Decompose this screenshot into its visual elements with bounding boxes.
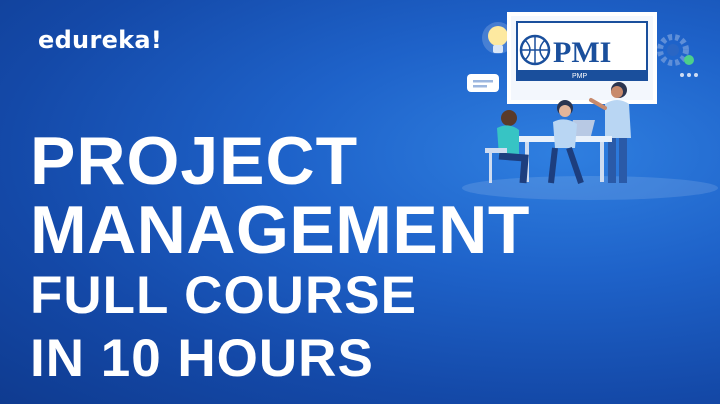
headline-line-3: FULL COURSE xyxy=(30,266,417,325)
pmi-logo-text: PMI xyxy=(553,36,611,69)
pmp-caption: PMP xyxy=(572,73,588,80)
headline-line-4: IN 10 HOURS xyxy=(30,329,374,388)
headline-line-1: PROJECT xyxy=(30,123,359,199)
seated-man-figure xyxy=(485,110,529,184)
brand-logo: edureka! xyxy=(38,26,163,54)
chat-bubble-icon xyxy=(467,74,499,92)
floor-shadow xyxy=(462,176,718,200)
video-thumbnail[interactable]: edureka! PROJECT MANAGEMENT FULL COURSE … xyxy=(0,0,720,404)
gear-icon xyxy=(657,34,689,66)
presentation-board: PMI PMP xyxy=(507,12,657,104)
headline-line-2: MANAGEMENT xyxy=(30,192,530,268)
team-meeting-illustration: PMI PMP xyxy=(462,12,718,200)
check-icon xyxy=(684,55,694,65)
more-icon xyxy=(680,73,698,77)
